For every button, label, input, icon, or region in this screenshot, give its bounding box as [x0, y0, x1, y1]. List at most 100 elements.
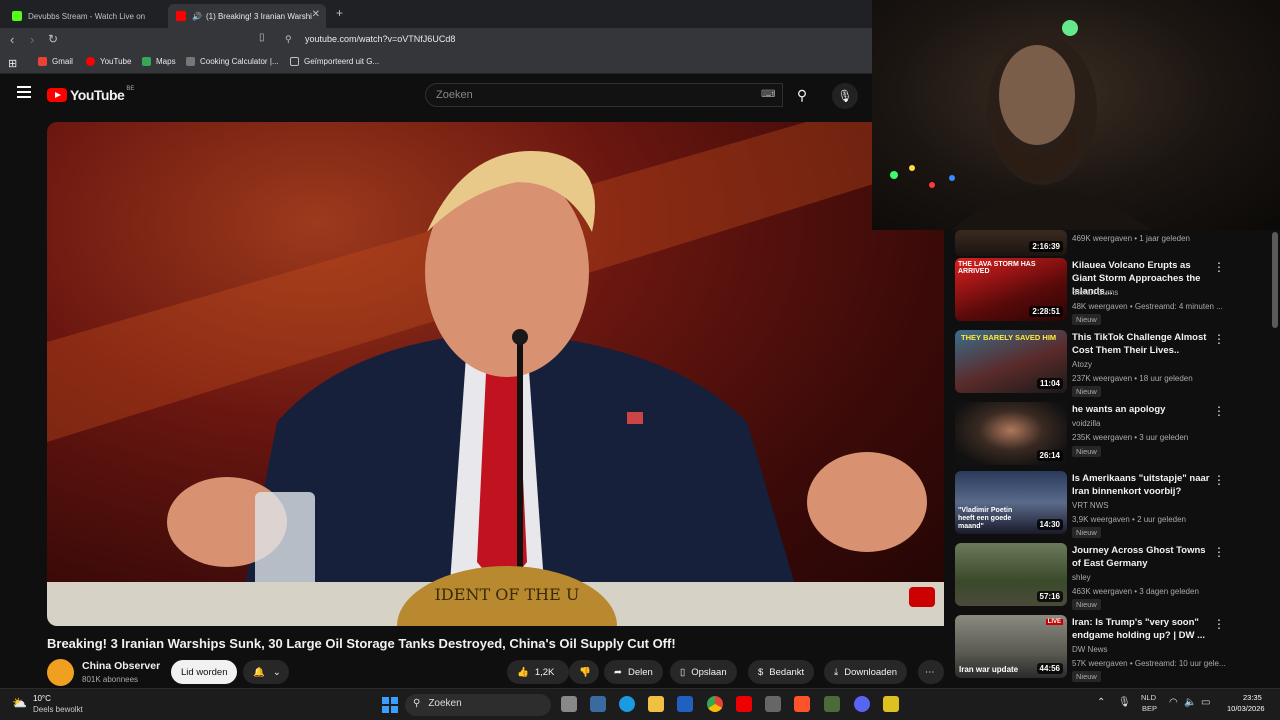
related-item[interactable]: LIVE Iran war update 44:56 Iran: Is Trum…	[955, 615, 1275, 682]
close-tab-icon[interactable]: ✕	[312, 9, 320, 20]
video-meta: 463K weergaven • 3 dagen geleden	[1072, 587, 1199, 596]
snapchat-icon[interactable]	[883, 696, 899, 712]
seal-text: IDENT OF THE U	[435, 585, 580, 604]
more-actions-button[interactable]: ⋯	[918, 660, 944, 684]
app-icon[interactable]	[824, 696, 840, 712]
forward-icon[interactable]: ›	[30, 32, 34, 47]
wifi-icon[interactable]: ◠	[1169, 697, 1178, 708]
sidebar-scrollbar[interactable]	[1272, 232, 1278, 328]
brave-icon[interactable]	[794, 696, 810, 712]
video-thumbnail: THE LAVA STORM HAS ARRIVED 2:28:51	[955, 258, 1067, 321]
share-button[interactable]: ➦ Delen	[604, 660, 663, 684]
chrome-icon[interactable]	[707, 696, 723, 712]
folder-icon	[290, 57, 299, 66]
tab-youtube[interactable]: 🔊 (1) Breaking! 3 Iranian Warshi ✕	[168, 4, 326, 28]
youtube-play-icon	[47, 88, 67, 102]
duration-badge: 44:56	[1036, 663, 1063, 674]
outlook-icon[interactable]	[677, 696, 693, 712]
video-player[interactable]: IDENT OF THE U	[47, 122, 944, 626]
video-meta: 3,9K weergaven • 2 uur geleden	[1072, 515, 1186, 524]
more-vert-icon[interactable]: ⋮	[1213, 260, 1225, 274]
bookmark-imported[interactable]: Geïmporteerd uit G...	[290, 57, 379, 66]
file-explorer-icon[interactable]	[648, 696, 664, 712]
start-icon[interactable]	[382, 697, 398, 713]
youtube-logo[interactable]: YouTube BE	[47, 86, 134, 103]
like-button[interactable]: 👍 1,2K	[507, 660, 569, 684]
weather-icon[interactable]: ⛅	[12, 696, 27, 710]
speaker-icon: 🔊	[192, 11, 202, 21]
related-item[interactable]: 57:16 Journey Across Ghost Towns of East…	[955, 543, 1275, 610]
chevron-up-icon[interactable]: ⌃	[1097, 697, 1105, 708]
apps-grid-icon[interactable]: ⊞	[8, 57, 17, 70]
edge-icon[interactable]	[619, 696, 635, 712]
join-button[interactable]: Lid worden	[171, 660, 238, 684]
taskbar-search[interactable]: ⚲ Zoeken	[405, 694, 551, 716]
youtube-app-icon[interactable]	[736, 696, 752, 712]
video-meta: 469K weergaven • 1 jaar geleden	[1072, 234, 1190, 243]
gmail-icon	[38, 57, 47, 66]
bookmarks-bar: ⊞ Gmail YouTube Maps Cooking Calculator …	[0, 52, 872, 74]
duration-badge: 11:04	[1036, 378, 1063, 389]
discord-icon[interactable]	[854, 696, 870, 712]
clock-time[interactable]: 23:35	[1243, 693, 1262, 702]
download-button[interactable]: ⤓ Downloaden	[824, 660, 908, 684]
search-button[interactable]: ⚲	[786, 83, 818, 107]
duration-badge: 26:14	[1036, 450, 1063, 461]
related-item[interactable]: 26:14 he wants an apology voidzilla 235K…	[955, 402, 1275, 468]
tab-title: (1) Breaking! 3 Iranian Warshi	[205, 11, 312, 21]
new-badge: Nieuw	[1072, 386, 1101, 397]
reload-icon[interactable]: ↻	[48, 32, 58, 46]
task-view-icon[interactable]	[561, 696, 577, 712]
tab-devubbs[interactable]: Devubbs Stream - Watch Live on	[4, 4, 164, 28]
related-item[interactable]: 2:16:39 469K weergaven • 1 jaar geleden	[955, 230, 1275, 258]
channel-avatar[interactable]	[47, 659, 74, 686]
search-input[interactable]: Zoeken	[425, 83, 783, 107]
menu-icon[interactable]	[17, 86, 31, 98]
duration-badge: 2:28:51	[1029, 306, 1063, 317]
more-vert-icon[interactable]: ⋮	[1213, 545, 1225, 559]
bookmark-maps[interactable]: Maps	[142, 57, 176, 66]
mic-tray-icon[interactable]: 🎙	[1118, 697, 1131, 708]
url-field[interactable]: youtube.com/watch?v=oVTNfJ6UCd8	[305, 34, 455, 44]
battery-icon[interactable]: ▭	[1201, 697, 1210, 708]
channel-name[interactable]: China Observer	[82, 660, 160, 672]
calculator-icon[interactable]	[765, 696, 781, 712]
download-icon: ⤓	[834, 666, 839, 678]
mic-button[interactable]: 🎙	[832, 83, 858, 109]
keyboard-icon[interactable]: ⌨	[761, 89, 775, 100]
store-icon[interactable]	[590, 696, 606, 712]
bookmark-gmail[interactable]: Gmail	[38, 57, 73, 66]
language-indicator[interactable]: NLD	[1141, 693, 1156, 702]
channel-name: VRT NWS	[1072, 501, 1109, 510]
back-icon[interactable]: ‹	[10, 32, 14, 47]
notification-bell-button[interactable]: 🔔 ⌄	[243, 660, 289, 684]
channel-name: voidzilla	[1072, 419, 1101, 428]
video-meta: 237K weergaven • 18 uur geleden	[1072, 374, 1193, 383]
volume-icon[interactable]: 🔈	[1184, 697, 1196, 708]
duration-badge: 57:16	[1036, 591, 1063, 602]
subscribe-watermark-icon[interactable]	[909, 587, 935, 607]
site-info-icon[interactable]: ⚲	[285, 34, 292, 45]
save-button[interactable]: ▯ Opslaan	[670, 660, 737, 684]
video-title: This TikTok Challenge Almost Cost Them T…	[1072, 332, 1207, 356]
bookmark-youtube[interactable]: YouTube	[86, 57, 131, 66]
more-vert-icon[interactable]: ⋮	[1213, 473, 1225, 487]
video-title: Is Amerikaans "uitstapje" naar Iran binn…	[1072, 473, 1210, 497]
address-bar-row: ‹ › ↻ ▯ ⚲ youtube.com/watch?v=oVTNfJ6UCd…	[0, 28, 872, 52]
bookmark-cooking[interactable]: Cooking Calculator |...	[186, 57, 279, 66]
bookmark-icon[interactable]: ▯	[259, 32, 265, 43]
search-icon: ⚲	[796, 87, 808, 103]
dislike-button[interactable]: 👎	[569, 660, 599, 684]
youtube-icon	[86, 57, 95, 66]
related-item[interactable]: "Vladimir Poetin heeft een goede maand" …	[955, 471, 1275, 538]
related-item[interactable]: THE LAVA STORM HAS ARRIVED 2:28:51 Kilau…	[955, 258, 1275, 325]
windows-taskbar: ⛅ 10°C Deels bewolkt ⚲ Zoeken ⌃ 🎙 NLD BEP…	[0, 688, 1280, 720]
thumb-up-icon: 👍	[517, 666, 529, 678]
more-vert-icon[interactable]: ⋮	[1213, 404, 1225, 418]
channel-name: Stefan Burns	[1072, 288, 1119, 297]
thanks-button[interactable]: $ Bedankt	[748, 660, 815, 684]
new-tab-button[interactable]: +	[336, 6, 343, 20]
more-vert-icon[interactable]: ⋮	[1213, 332, 1225, 346]
more-vert-icon[interactable]: ⋮	[1213, 617, 1225, 631]
related-item[interactable]: THEY BARELY SAVED HIM 11:04 This TikTok …	[955, 330, 1275, 397]
